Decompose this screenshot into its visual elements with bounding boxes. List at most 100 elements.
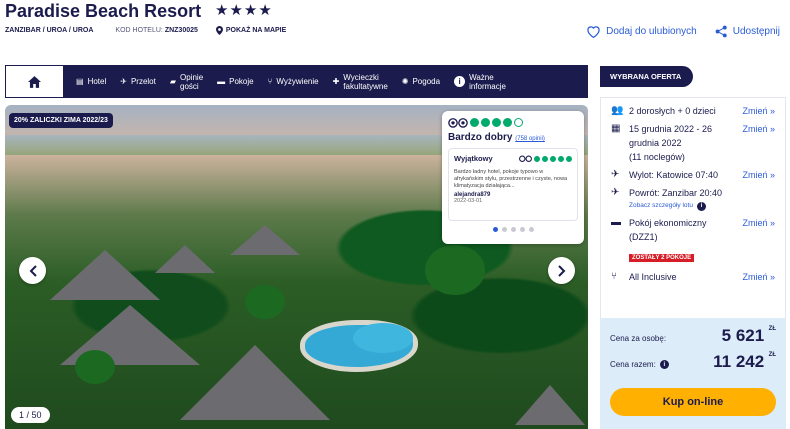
hotel-stars: ★★★★ [215,2,273,19]
offer-departure: ✈ Wylot: Katowice 07:40 Zmień » [611,168,775,182]
price-per-person-value: 5 621 [721,326,765,345]
pager-dot[interactable] [519,227,525,232]
offer-room-value: Pokój ekonomiczny (DZZ1) [629,216,742,244]
plane-icon: ✈ [120,77,127,86]
offer-board: ⑂ All Inclusive Zmień » [611,270,775,284]
tripadvisor-rating [448,117,578,128]
share-button[interactable]: Udostępnij [715,25,780,38]
change-dates-link[interactable]: Zmień » [742,122,775,136]
gallery-counter: 1 / 50 [11,407,50,423]
reviews-count-link[interactable]: (758 opinii) [515,136,545,142]
hotel-icon: ▤ [76,77,84,86]
selected-offer: WYBRANA OFERTA 👥 2 dorosłych + 0 dzieci … [600,66,786,330]
nav-excursions-label: Wycieczki fakultatywne [343,72,388,91]
nav-weather[interactable]: ✺ Pogoda [395,77,447,86]
rating-dot [566,155,572,162]
nav-home[interactable] [5,65,64,98]
review-text: Bardzo ładny hotel, pokoje typowo w afry… [454,169,568,189]
pager-dot[interactable] [501,227,507,232]
currency-label: ZŁ [768,326,776,332]
price-total-label: Cena razem: [610,360,656,369]
bed-icon: ▬ [217,77,226,86]
change-board-link[interactable]: Zmień » [742,270,775,284]
hotel-code-label: KOD HOTELU: [115,27,163,34]
hotel-gallery[interactable]: 20% ZALICZKI ZIMA 2022/23 1 / 50 Bardzo … [5,105,588,429]
promo-badge: 20% ZALICZKI ZIMA 2022/23 [9,113,113,128]
gallery-palm [425,245,485,295]
sun-icon: ✺ [401,77,409,86]
offer-board-value: All Inclusive [629,272,677,282]
rating-label: Bardzo dobry [448,132,513,143]
rooms-left-row: ZOSTAŁY 2 POKOJE [611,246,775,264]
gallery-next-button[interactable] [548,257,575,284]
nav-info[interactable]: i Ważne informacje [447,73,513,91]
review-card[interactable]: Bardzo dobry (758 opinii) Wyjątkowy Bard… [442,111,584,244]
offer-guests-value: 2 dorosłych + 0 dzieci [629,106,716,116]
gallery-roof [515,385,585,425]
nav-info-label: Ważne informacje [469,72,506,91]
gallery-palm [245,285,285,319]
price-box: Cena za osobę: 5 621 ZŁ Cena razem: i 11… [600,318,786,429]
nav-hotel[interactable]: ▤ Hotel [64,77,113,86]
flight-details-link[interactable]: Zobacz szczegóły lotu i [611,200,775,212]
offer-nights: (11 noclegów) [629,152,685,162]
show-map-label: POKAŻ NA MAPIE [225,27,287,34]
comment-icon: ▰ [169,77,177,86]
plane-landing-icon: ✈ [611,187,620,198]
map-pin-icon [215,26,223,35]
show-map-link[interactable]: POKAŻ NA MAPIE [215,26,287,35]
rating-dot [503,118,512,127]
nav-flight[interactable]: ✈ Przelot [113,77,163,86]
rating-summary: Bardzo dobry (758 opinii) [448,132,578,143]
offer-dates: ▦ 15 grudnia 2022 - 26 grudnia 2022 (11 … [611,122,775,164]
share-label: Udostępnij [732,26,780,37]
pager-dot[interactable] [492,227,498,232]
change-guests-link[interactable]: Zmień » [742,104,775,118]
rating-dot [542,155,548,162]
favorite-label: Dodaj do ulubionych [606,26,697,37]
info-icon[interactable]: i [659,360,669,369]
pager-dot[interactable] [510,227,516,232]
price-per-person-amount: 5 621 ZŁ [722,326,776,346]
cutlery-icon: ⑂ [611,271,617,282]
hotel-title: Paradise Beach Resort [5,1,202,21]
offer-departure-value: Wylot: Katowice 07:40 [629,170,718,180]
review-pager[interactable] [448,227,578,232]
breadcrumb[interactable]: ZANZIBAR / UROA / UROA [5,27,93,34]
gallery-roof [155,245,215,273]
offer-details: 👥 2 dorosłych + 0 dzieci Zmień » ▦ 15 gr… [600,97,786,330]
offer-dates-value: 15 grudnia 2022 - 26 grudnia 2022 (11 no… [629,122,742,164]
change-room-link[interactable]: Zmień » [742,216,775,230]
offer-return-value: Powrót: Zanzibar 20:40 [629,188,723,198]
bed-icon: ▬ [611,217,621,228]
header-actions: Dodaj do ulubionych Udostępnij [586,25,780,38]
review-rating [519,155,572,162]
rooms-left-badge: ZOSTAŁY 2 POKOJE [629,254,695,262]
nav-board-label: Wyżywienie [276,77,319,86]
nav-board[interactable]: ⑂ Wyżywienie [261,77,326,86]
price-per-person: Cena za osobę: 5 621 ZŁ [610,326,776,346]
change-flight-link[interactable]: Zmień » [742,168,775,182]
gallery-prev-button[interactable] [19,257,46,284]
rating-dot [550,155,556,162]
nav-reviews[interactable]: ▰ Opinie gości [163,73,210,91]
gallery-roof [230,225,300,255]
price-total: Cena razem: i 11 242 ZŁ [610,352,776,372]
nav-rooms[interactable]: ▬ Pokoje [210,77,260,86]
favorite-button[interactable]: Dodaj do ulubionych [586,25,697,38]
home-icon [28,75,41,88]
heart-icon [587,26,600,38]
flight-details-label: Zobacz szczegóły lotu [629,202,693,209]
gallery-roof [50,250,160,300]
info-icon: i [696,201,706,211]
hotel-code-value: ZNZ30025 [164,27,198,34]
chevron-left-icon [29,264,37,277]
price-total-value: 11 242 [713,352,765,371]
chevron-right-icon [557,264,565,277]
excursion-icon: ✚ [332,77,340,86]
pager-dot[interactable] [528,227,534,232]
nav-excursions[interactable]: ✚ Wycieczki fakultatywne [326,73,395,91]
rating-dot [481,118,490,127]
buy-online-button[interactable]: Kup on-line [610,388,776,416]
review-date: 2022-03-01 [454,198,483,204]
